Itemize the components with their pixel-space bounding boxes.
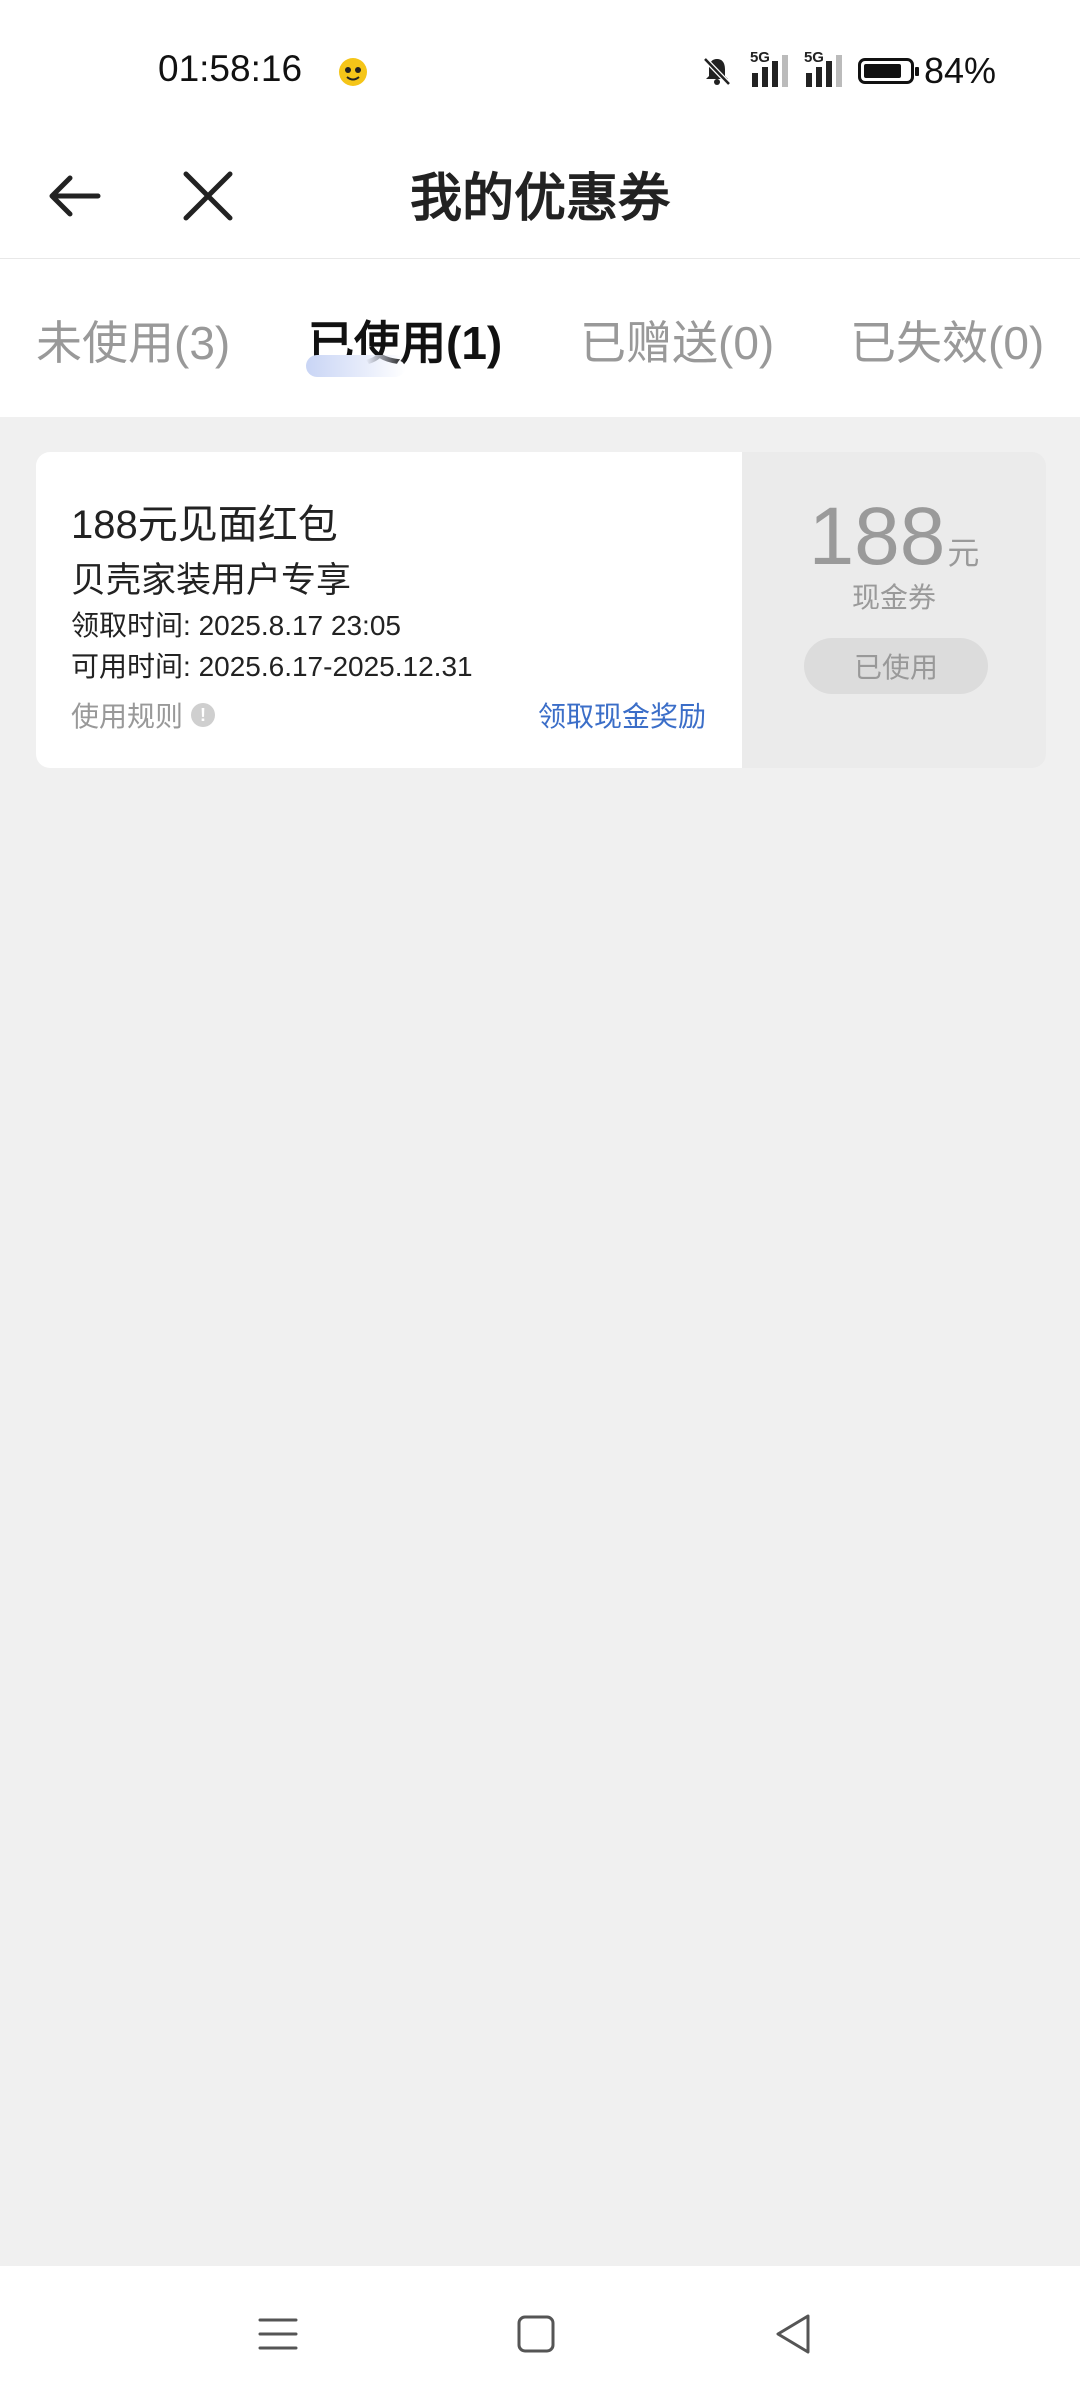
valid-value: 2025.6.17-2025.12.31 xyxy=(198,651,473,682)
coupon-tabs: 未使用(3) 已使用(1) 已赠送(0) 已失效(0) xyxy=(0,259,1080,417)
coupon-card: 188元见面红包 贝壳家装用户专享 领取时间: 2025.8.17 23:05 … xyxy=(36,452,1046,768)
page-title: 我的优惠券 xyxy=(409,170,670,228)
tab-gifted[interactable]: 已赠送(0) xyxy=(580,307,774,373)
status-icons: 5G 5G 84% xyxy=(700,48,996,94)
nav-bar: 我的优惠券 xyxy=(0,140,1080,259)
status-badge: 已使用 xyxy=(804,638,988,694)
home-square-icon[interactable] xyxy=(506,2304,566,2364)
active-tab-indicator xyxy=(306,355,406,377)
coupon-details: 188元见面红包 贝壳家装用户专享 领取时间: 2025.8.17 23:05 … xyxy=(36,452,742,768)
coupon-value-panel: 188元 现金券 已使用 xyxy=(742,452,1046,768)
status-time: 01:58:16 xyxy=(158,48,303,89)
menu-icon[interactable] xyxy=(248,2304,308,2364)
valid-label: 可用时间: xyxy=(71,651,191,682)
status-bar: 01:58:16 5G 5G 84% xyxy=(0,0,1080,140)
received-label: 领取时间: xyxy=(71,610,191,641)
tab-expired[interactable]: 已失效(0) xyxy=(850,307,1044,373)
amount-unit: 元 xyxy=(947,535,980,571)
battery-icon xyxy=(857,58,919,84)
tab-unused[interactable]: 未使用(3) xyxy=(36,307,230,373)
claim-cash-reward-link[interactable]: 领取现金奖励 xyxy=(538,695,706,735)
system-nav-bar xyxy=(0,2266,1080,2400)
coupon-valid-time: 可用时间: 2025.6.17-2025.12.31 xyxy=(71,645,473,685)
usage-rules-label: 使用规则 xyxy=(71,701,184,732)
back-triangle-icon[interactable] xyxy=(764,2304,824,2364)
coupon-title: 188元见面红包 xyxy=(71,503,338,547)
amount-number: 188 xyxy=(808,491,946,582)
app-notification-icon xyxy=(339,58,367,86)
coupon-subtitle: 贝壳家装用户专享 xyxy=(71,561,352,600)
usage-rules-button[interactable]: 使用规则 ! xyxy=(71,695,216,735)
coupon-type: 现金券 xyxy=(851,582,936,613)
coupon-received-time: 领取时间: 2025.8.17 23:05 xyxy=(71,604,401,644)
battery-percent: 84% xyxy=(923,50,996,91)
signal-icon: 5G xyxy=(804,49,842,87)
mute-bell-icon xyxy=(703,57,731,86)
received-value: 2025.8.17 23:05 xyxy=(198,610,401,641)
coupon-amount: 188元 xyxy=(742,490,1046,584)
battery-indicator: 84% xyxy=(857,50,996,92)
signal-icon: 5G xyxy=(750,49,788,87)
info-icon: ! xyxy=(191,703,216,727)
